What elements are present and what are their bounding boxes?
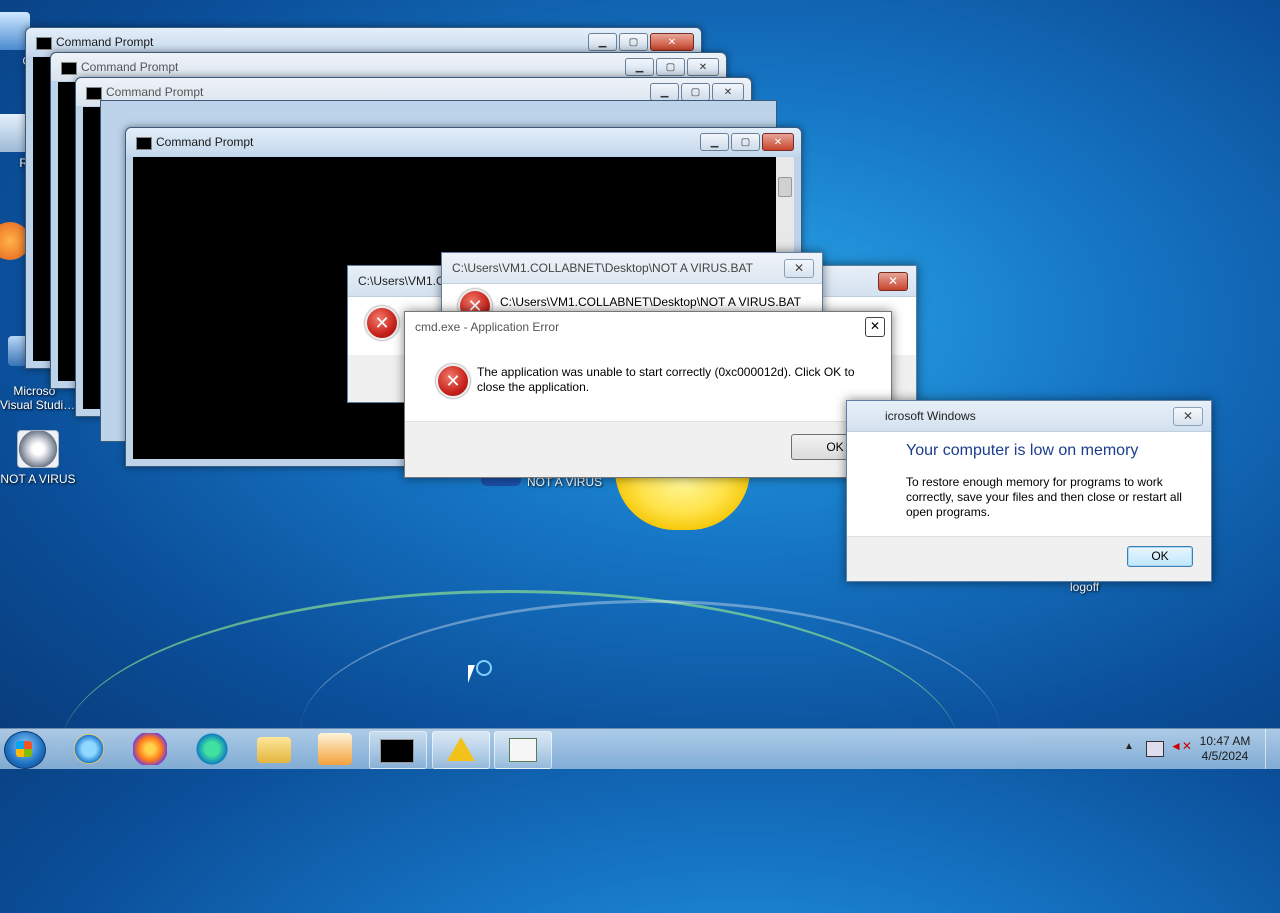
wallpaper-flower — [615, 470, 750, 530]
low-memory-dialog[interactable]: icrosoft Windows ✕ Your computer is low … — [846, 400, 1212, 582]
close-icon: ✕ — [887, 274, 899, 288]
title-bar[interactable]: cmd.exe - Application Error ✕ — [405, 312, 891, 342]
scrollbar-thumb[interactable] — [778, 177, 792, 197]
close-button[interactable]: ✕ — [762, 133, 794, 151]
close-button[interactable]: ✕ — [1173, 407, 1203, 426]
window-title: Command Prompt — [56, 35, 154, 49]
taskbar-button-notepad[interactable] — [494, 731, 552, 769]
mouse-cursor-icon — [468, 665, 475, 683]
edge-icon[interactable] — [195, 733, 229, 765]
close-icon: ✕ — [869, 319, 881, 333]
title-bar[interactable]: Command Prompt ▁ ▢ ✕ — [126, 128, 801, 156]
minimize-button[interactable]: ▁ — [700, 133, 729, 151]
show-desktop-button[interactable] — [1265, 729, 1280, 769]
dialog-title: cmd.exe - Application Error — [415, 320, 560, 334]
close-button[interactable]: ✕ — [712, 83, 744, 101]
dialog-footer: OK — [847, 536, 1211, 581]
minimize-icon: ▁ — [710, 136, 719, 148]
minimize-icon: ▁ — [660, 86, 669, 98]
dialog-title: icrosoft Windows — [885, 409, 976, 423]
clock[interactable]: 10:47 AM 4/5/2024 — [1190, 734, 1260, 764]
windows-logo-icon — [16, 741, 32, 757]
memory-body-line: To restore enough memory for programs to… — [906, 475, 1163, 489]
error-message-line-1: The application was unable to start corr… — [477, 365, 855, 379]
close-icon: ✕ — [773, 136, 783, 148]
title-bar[interactable]: icrosoft Windows ✕ — [847, 401, 1211, 432]
warning-icon — [447, 737, 475, 761]
maximize-icon: ▢ — [628, 36, 639, 48]
maximize-button[interactable]: ▢ — [619, 33, 648, 51]
file-explorer-icon[interactable] — [257, 737, 291, 763]
close-button[interactable]: ✕ — [784, 259, 814, 278]
error-icon: ✕ — [365, 306, 399, 340]
error-icon: ✕ — [436, 364, 470, 398]
window-title: Command Prompt — [156, 135, 254, 149]
dialog-footer: OK — [405, 421, 891, 477]
memory-body-line: correctly, save your files and then clos… — [906, 490, 1182, 504]
memory-heading: Your computer is low on memory — [906, 442, 1139, 459]
window-title: Command Prompt — [106, 85, 204, 99]
internet-explorer-icon[interactable] — [72, 733, 106, 765]
dialog-title: C:\Users\VM1.COLLABNET\Desktop\NOT A VIR… — [452, 261, 753, 275]
cmd-icon — [36, 37, 52, 50]
clock-time: 10:47 AM — [1199, 734, 1251, 748]
minimize-button[interactable]: ▁ — [625, 58, 654, 76]
cmd-icon — [136, 137, 152, 150]
maximize-icon: ▢ — [690, 86, 701, 98]
taskbar: ▲ ◄✕ 10:47 AM 4/5/2024 — [0, 728, 1280, 769]
cmd-icon — [380, 739, 414, 763]
maximize-button[interactable]: ▢ — [731, 133, 760, 151]
show-hidden-icons-icon[interactable]: ▲ — [1124, 741, 1134, 752]
dialog-message: C:\Users\VM1.COLLABNET\Desktop\NOT A VIR… — [500, 295, 801, 309]
network-icon[interactable] — [1146, 741, 1164, 757]
cmd-icon — [86, 87, 102, 100]
close-button[interactable]: ✕ — [650, 33, 694, 51]
start-button[interactable] — [4, 731, 46, 769]
error-message-line-2: close the application. — [477, 380, 590, 394]
memory-body-line: open programs. — [906, 505, 991, 519]
taskbar-button-warning[interactable] — [432, 731, 490, 769]
close-button[interactable]: ✕ — [878, 272, 908, 291]
maximize-button[interactable]: ▢ — [656, 58, 685, 76]
minimize-button[interactable]: ▁ — [650, 83, 679, 101]
minimize-button[interactable]: ▁ — [588, 33, 617, 51]
minimize-icon: ▁ — [635, 61, 644, 73]
media-player-icon[interactable] — [318, 733, 352, 765]
batch-file-gear-icon — [17, 430, 59, 468]
maximize-button[interactable]: ▢ — [681, 83, 710, 101]
close-button[interactable]: ✕ — [865, 317, 885, 337]
cmd-icon — [61, 62, 77, 75]
close-icon: ✕ — [698, 61, 708, 73]
minimize-icon: ▁ — [598, 36, 607, 48]
application-error-dialog[interactable]: cmd.exe - Application Error ✕ ✕ The appl… — [404, 311, 892, 478]
close-icon: ✕ — [723, 86, 733, 98]
taskbar-button-cmd[interactable] — [369, 731, 427, 769]
clock-date: 4/5/2024 — [1201, 749, 1249, 763]
busy-cursor-icon — [476, 660, 492, 676]
volume-muted-icon[interactable]: ◄✕ — [1170, 739, 1192, 757]
title-bar[interactable]: C:\Users\VM1.COLLABNET\Desktop\NOT A VIR… — [442, 253, 822, 284]
desktop-icon-label: NOT A VIRUS — [0, 472, 76, 486]
close-button[interactable]: ✕ — [687, 58, 719, 76]
notepad-icon — [509, 738, 537, 762]
window-title: Command Prompt — [81, 60, 179, 74]
close-icon: ✕ — [793, 261, 805, 275]
maximize-icon: ▢ — [665, 61, 676, 73]
close-icon: ✕ — [667, 36, 677, 48]
dialog-title: C:\Users\VM1.C — [358, 274, 445, 288]
close-icon: ✕ — [1182, 409, 1194, 423]
desktop-icon-not-a-virus[interactable]: NOT A VIRUS — [0, 430, 76, 486]
firefox-icon[interactable] — [133, 733, 167, 765]
memory-body: To restore enough memory for programs to… — [906, 475, 1182, 520]
ok-button[interactable]: OK — [1127, 546, 1193, 567]
maximize-icon: ▢ — [740, 136, 751, 148]
desktop-icon-label-logoff[interactable]: logoff — [1070, 580, 1099, 594]
